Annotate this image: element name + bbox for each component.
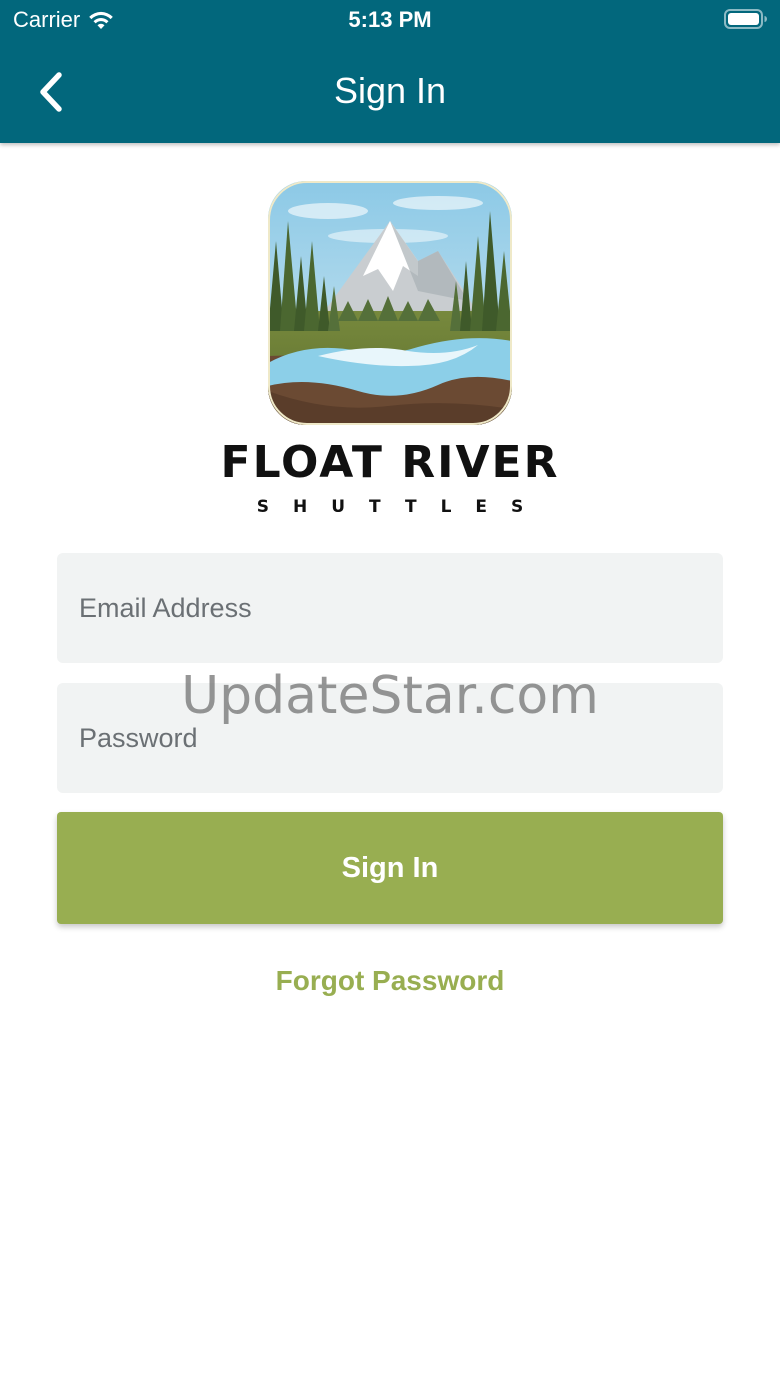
navigation-bar: Sign In: [0, 42, 780, 143]
email-field[interactable]: [57, 553, 723, 663]
page-title: Sign In: [333, 70, 447, 111]
clock: 5:13 PM: [348, 7, 432, 32]
battery-icon: [724, 9, 767, 29]
status-bar: Carrier 5:13 PM: [0, 0, 780, 42]
sign-in-button[interactable]: Sign In: [57, 812, 723, 924]
password-field[interactable]: [57, 683, 723, 793]
brand-name: FLOAT RIVER: [220, 437, 560, 488]
top-bar: Carrier 5:13 PM Sign In: [0, 0, 780, 143]
brand-tagline: SHUTTLES: [256, 497, 548, 517]
mountain-river-logo-icon: [268, 181, 512, 425]
forgot-password-link[interactable]: Forgot Password: [0, 965, 780, 997]
brand-wordmark: FLOAT RIVER SHUTTLES: [0, 437, 780, 517]
